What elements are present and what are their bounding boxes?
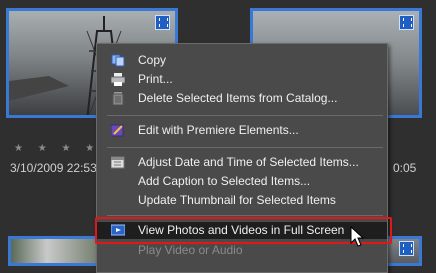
print-icon <box>110 73 126 86</box>
menu-item-copy[interactable]: Copy <box>97 52 387 69</box>
menu-separator <box>107 115 383 116</box>
menu-item-edit-premiere[interactable]: Edit with Premiere Elements... <box>97 122 387 139</box>
menu-item-add-caption[interactable]: Add Caption to Selected Items... <box>97 173 387 190</box>
copy-icon <box>111 54 125 67</box>
trash-icon <box>111 92 125 106</box>
video-icon <box>155 15 170 30</box>
duration-label: 0:05 <box>393 161 417 175</box>
menu-item-print[interactable]: Print... <box>97 71 387 88</box>
menu-item-play-video[interactable]: Play Video or Audio <box>97 242 387 259</box>
highlight-box <box>95 217 392 244</box>
video-icon <box>399 15 414 30</box>
menu-separator <box>107 147 383 148</box>
video-icon <box>399 241 414 256</box>
date-time-label: 3/10/2009 22:53 <box>10 161 97 175</box>
calendar-icon <box>110 156 125 169</box>
video-thumbnail-3[interactable] <box>8 236 104 266</box>
menu-separator <box>107 215 383 216</box>
menu-item-update-thumbnail[interactable]: Update Thumbnail for Selected Items <box>97 192 387 209</box>
menu-item-adjust-date[interactable]: Adjust Date and Time of Selected Items..… <box>97 154 387 171</box>
premiere-icon <box>110 124 125 137</box>
mouse-cursor-icon <box>350 226 365 247</box>
menu-item-delete[interactable]: Delete Selected Items from Catalog... <box>97 90 387 107</box>
